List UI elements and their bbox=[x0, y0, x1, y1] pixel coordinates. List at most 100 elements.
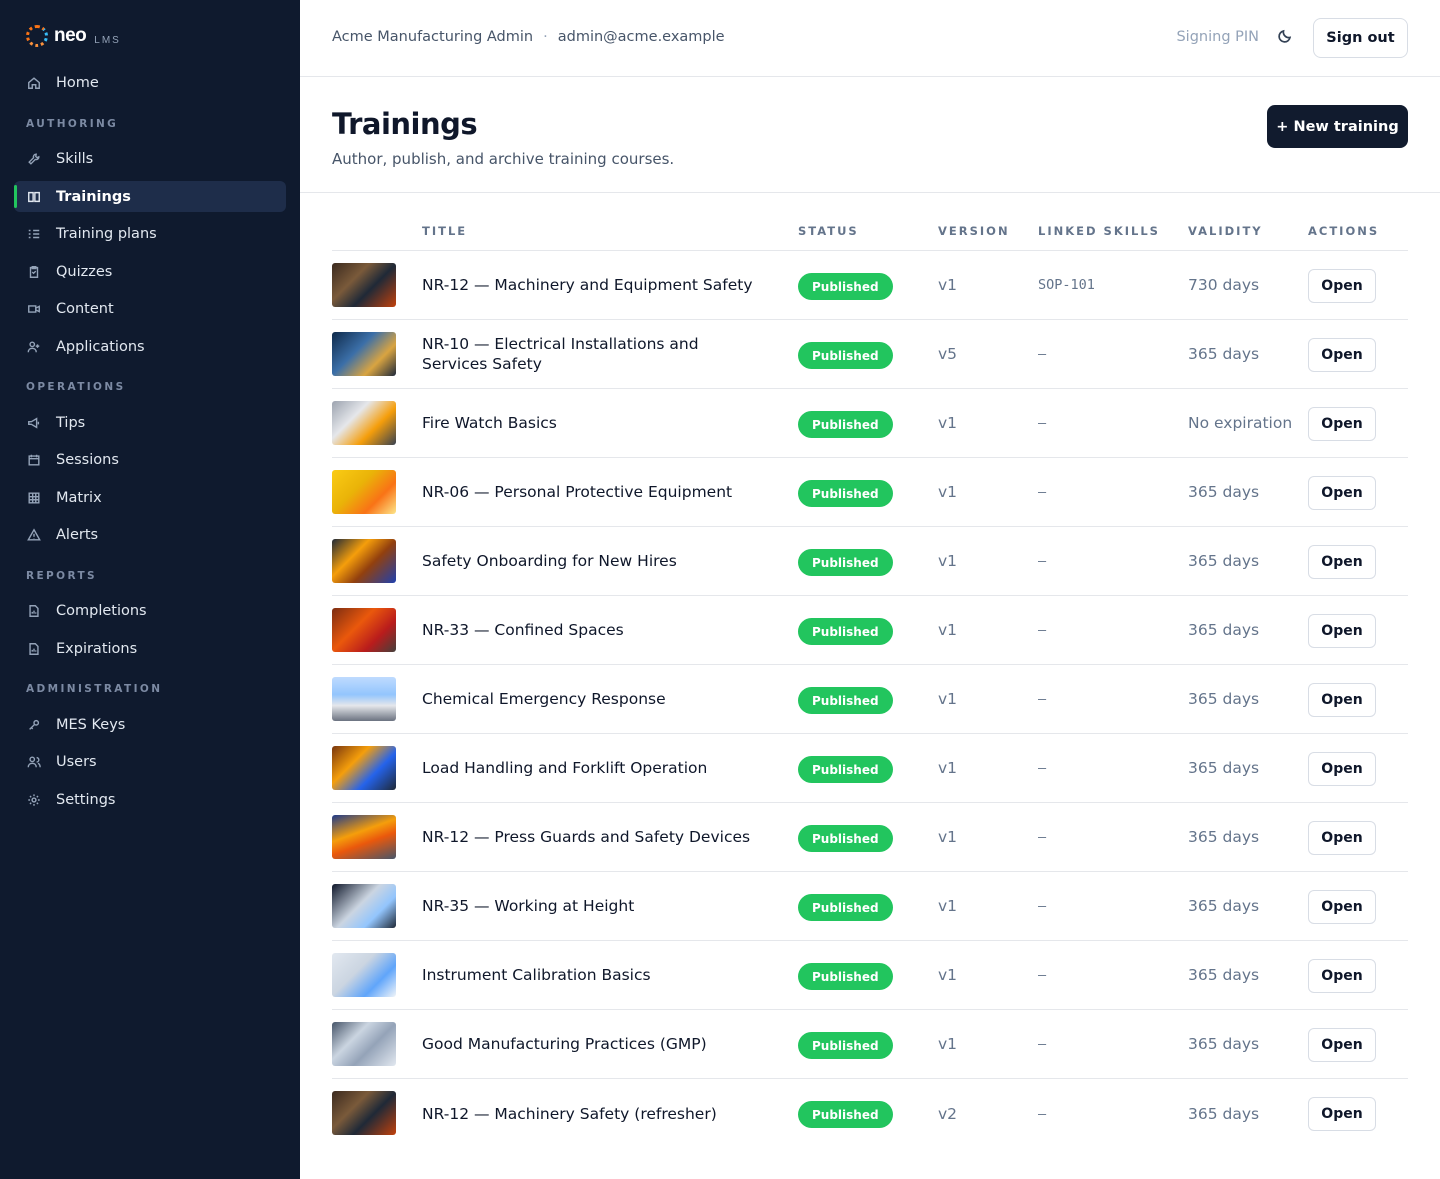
open-button[interactable]: Open bbox=[1308, 683, 1376, 717]
sidebar-item-settings[interactable]: Settings bbox=[14, 784, 286, 815]
validity-value: 365 days bbox=[1188, 552, 1260, 570]
new-training-button[interactable]: + New training bbox=[1267, 105, 1408, 148]
version-value: v1 bbox=[938, 897, 958, 915]
book-icon bbox=[26, 189, 42, 205]
training-title[interactable]: Instrument Calibration Basics bbox=[422, 965, 767, 985]
home-icon bbox=[26, 75, 42, 91]
table-row[interactable]: Chemical Emergency Response Published v1 – 3… bbox=[332, 665, 1408, 734]
table-row[interactable]: Instrument Calibration Basics Published v1… bbox=[332, 941, 1408, 1010]
open-button[interactable]: Open bbox=[1308, 614, 1376, 648]
table-row[interactable]: Fire Watch Basics Published v1 – No expirati… bbox=[332, 389, 1408, 458]
open-button[interactable]: Open bbox=[1308, 1028, 1376, 1062]
table-row[interactable]: Good Manufacturing Practices (GMP) Publis… bbox=[332, 1010, 1408, 1079]
sidebar-item-expirations[interactable]: Expirations bbox=[14, 633, 286, 664]
open-button[interactable]: Open bbox=[1308, 545, 1376, 579]
sidebar-item-label: Content bbox=[56, 300, 114, 317]
column-header-validity[interactable]: VALIDITY bbox=[1188, 224, 1263, 238]
linked-skills-value: – bbox=[1038, 553, 1047, 569]
table-row[interactable]: NR-12 — Machinery and Equipment Safety Pu… bbox=[332, 251, 1408, 320]
linked-skills-value: – bbox=[1038, 484, 1047, 500]
training-thumbnail bbox=[332, 1091, 396, 1135]
validity-value: 365 days bbox=[1188, 897, 1260, 915]
open-button[interactable]: Open bbox=[1308, 476, 1376, 510]
validity-value: 365 days bbox=[1188, 759, 1260, 777]
open-button[interactable]: Open bbox=[1308, 269, 1376, 303]
section-authoring: AUTHORING bbox=[26, 118, 119, 130]
training-title[interactable]: NR-12 — Machinery and Equipment Safety bbox=[422, 275, 767, 295]
table-row[interactable]: Safety Onboarding for New Hires Published… bbox=[332, 527, 1408, 596]
brand-logo[interactable]: neo LMS bbox=[26, 24, 121, 48]
open-button[interactable]: Open bbox=[1308, 338, 1376, 372]
warning-triangle-icon bbox=[26, 527, 42, 543]
table-row[interactable]: NR-33 — Confined Spaces Published v1 – 365 d… bbox=[332, 596, 1408, 665]
open-button[interactable]: Open bbox=[1308, 890, 1376, 924]
sidebar-item-completions[interactable]: Completions bbox=[14, 595, 286, 626]
sidebar-item-tips[interactable]: Tips bbox=[14, 407, 286, 438]
signing-pin-link[interactable]: Signing PIN bbox=[1176, 29, 1259, 45]
sidebar-item-alerts[interactable]: Alerts bbox=[14, 519, 286, 550]
version-value: v2 bbox=[938, 1104, 958, 1123]
dark-mode-toggle-moon-icon[interactable] bbox=[1277, 28, 1295, 46]
clipboard-icon bbox=[26, 264, 42, 280]
training-title[interactable]: Safety Onboarding for New Hires bbox=[422, 551, 767, 571]
sidebar-item-applications[interactable]: Applications bbox=[14, 331, 286, 362]
table-row[interactable]: Load Handling and Forklift Operation Publ… bbox=[332, 734, 1408, 803]
open-button[interactable]: Open bbox=[1308, 1097, 1376, 1131]
sidebar-item-quizzes[interactable]: Quizzes bbox=[14, 256, 286, 287]
open-button[interactable]: Open bbox=[1308, 959, 1376, 993]
column-header-version[interactable]: VERSION bbox=[938, 224, 1010, 238]
grid-icon bbox=[26, 490, 42, 506]
version-value: v1 bbox=[938, 276, 958, 294]
table-row[interactable]: NR-10 — Electrical Installations and Ser… bbox=[332, 320, 1408, 389]
training-title[interactable]: NR-06 — Personal Protective Equipment bbox=[422, 482, 767, 502]
table-row[interactable]: NR-06 — Personal Protective Equipment Pub… bbox=[332, 458, 1408, 527]
sidebar-item-training-plans[interactable]: Training plans bbox=[14, 218, 286, 249]
column-header-title[interactable]: TITLE bbox=[422, 224, 467, 238]
column-header-linked-skills[interactable]: LINKED SKILLS bbox=[1038, 224, 1160, 238]
training-title[interactable]: Load Handling and Forklift Operation bbox=[422, 758, 767, 778]
status-badge: Published bbox=[798, 825, 893, 852]
org-name: Acme Manufacturing Admin bbox=[332, 29, 534, 45]
sidebar-item-label: Tips bbox=[56, 414, 86, 431]
table-row[interactable]: NR-12 — Machinery Safety (refresher) Publ… bbox=[332, 1079, 1408, 1148]
training-title[interactable]: NR-35 — Working at Height bbox=[422, 896, 767, 916]
sidebar-item-skills[interactable]: Skills bbox=[14, 143, 286, 174]
open-button[interactable]: Open bbox=[1308, 407, 1376, 441]
training-title[interactable]: Good Manufacturing Practices (GMP) bbox=[422, 1034, 767, 1054]
video-icon bbox=[26, 301, 42, 317]
validity-value: 365 days bbox=[1188, 621, 1260, 639]
training-thumbnail bbox=[332, 746, 396, 790]
section-administration: ADMINISTRATION bbox=[26, 683, 163, 695]
sidebar-item-label: Skills bbox=[56, 150, 94, 167]
training-title[interactable]: NR-10 — Electrical Installations and Ser… bbox=[422, 334, 767, 374]
sidebar-item-sessions[interactable]: Sessions bbox=[14, 444, 286, 475]
sidebar-item-trainings[interactable]: Trainings bbox=[14, 181, 286, 212]
version-value: v1 bbox=[938, 966, 958, 984]
sidebar-item-mes-keys[interactable]: MES Keys bbox=[14, 709, 286, 740]
training-thumbnail bbox=[332, 263, 396, 307]
sidebar-item-users[interactable]: Users bbox=[14, 746, 286, 777]
status-badge: Published bbox=[798, 342, 893, 369]
page-header: Trainings Author, publish, and archive t… bbox=[300, 77, 1440, 193]
table-row[interactable]: NR-35 — Working at Height Published v1 – 365… bbox=[332, 872, 1408, 941]
sidebar-item-matrix[interactable]: Matrix bbox=[14, 482, 286, 513]
sidebar-item-label: Completions bbox=[56, 602, 147, 619]
validity-value: No expiration bbox=[1188, 414, 1293, 432]
training-title[interactable]: Fire Watch Basics bbox=[422, 413, 767, 433]
sidebar-item-content[interactable]: Content bbox=[14, 293, 286, 324]
validity-value: 365 days bbox=[1188, 1035, 1260, 1053]
training-title[interactable]: NR-12 — Machinery Safety (refresher) bbox=[422, 1104, 767, 1124]
table-row[interactable]: NR-12 — Press Guards and Safety Devices P… bbox=[332, 803, 1408, 872]
sign-out-button[interactable]: Sign out bbox=[1313, 18, 1408, 58]
version-value: v1 bbox=[938, 828, 958, 846]
open-button[interactable]: Open bbox=[1308, 752, 1376, 786]
validity-value: 365 days bbox=[1188, 966, 1260, 984]
training-title[interactable]: NR-12 — Press Guards and Safety Devices bbox=[422, 827, 767, 847]
column-header-status[interactable]: STATUS bbox=[798, 224, 859, 238]
sidebar-item-label: Applications bbox=[56, 338, 145, 355]
status-badge: Published bbox=[798, 480, 893, 507]
training-title[interactable]: NR-33 — Confined Spaces bbox=[422, 620, 767, 640]
open-button[interactable]: Open bbox=[1308, 821, 1376, 855]
training-title[interactable]: Chemical Emergency Response bbox=[422, 689, 767, 709]
sidebar-item-home[interactable]: Home bbox=[14, 67, 286, 98]
